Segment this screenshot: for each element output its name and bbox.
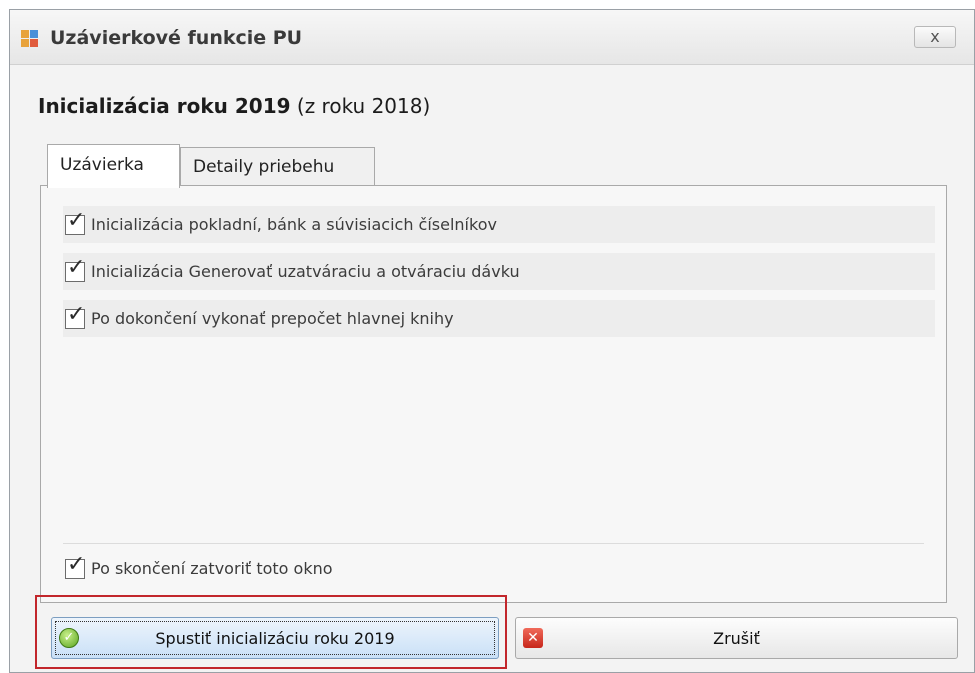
dialog-window: Uzávierkové funkcie PU x Inicializácia r… — [9, 9, 975, 673]
page-title-suffix: (z roku 2018) — [290, 94, 431, 118]
checkbox[interactable]: ✓ — [65, 304, 85, 329]
option-label: Inicializácia Generovať uzatváraciu a ot… — [91, 262, 520, 281]
checkmark-icon: ✓ — [67, 302, 86, 327]
title-bar: Uzávierkové funkcie PU x — [10, 10, 974, 65]
checkmark-icon: ✓ — [67, 552, 86, 577]
close-after-label: Po skončení zatvoriť toto okno — [91, 559, 333, 578]
checkmark-icon: ✓ — [67, 255, 86, 280]
tab-uzavierka[interactable]: Uzávierka — [47, 144, 180, 188]
highlight-annotation — [35, 595, 507, 669]
option-row[interactable]: ✓ Inicializácia pokladní, bánk a súvisia… — [63, 206, 935, 243]
checkbox[interactable]: ✓ — [65, 257, 85, 282]
option-label: Inicializácia pokladní, bánk a súvisiaci… — [91, 215, 497, 234]
page-title-main: Inicializácia roku 2019 — [38, 94, 291, 118]
checkbox[interactable]: ✓ — [65, 210, 85, 235]
close-after-option[interactable]: ✓ Po skončení zatvoriť toto okno — [63, 550, 483, 587]
cancel-button-label: Zrušiť — [713, 629, 760, 648]
window-title: Uzávierkové funkcie PU — [50, 27, 303, 49]
cancel-button[interactable]: ✕ Zrušiť — [515, 617, 958, 659]
divider — [63, 543, 924, 544]
tab-detaily-priebehu[interactable]: Detaily priebehu — [180, 147, 375, 186]
app-window-icon — [21, 30, 41, 48]
option-row[interactable]: ✓ Inicializácia Generovať uzatváraciu a … — [63, 253, 935, 290]
checkmark-icon: ✓ — [67, 208, 86, 233]
page-title: Inicializácia roku 2019 (z roku 2018) — [38, 94, 430, 118]
tab-panel: ✓ Inicializácia pokladní, bánk a súvisia… — [40, 185, 947, 603]
close-button[interactable]: x — [914, 26, 956, 48]
option-row[interactable]: ✓ Po dokončení vykonať prepočet hlavnej … — [63, 300, 935, 337]
checkbox[interactable]: ✓ — [65, 554, 85, 579]
option-label: Po dokončení vykonať prepočet hlavnej kn… — [91, 309, 454, 328]
close-icon[interactable]: x — [930, 27, 939, 46]
